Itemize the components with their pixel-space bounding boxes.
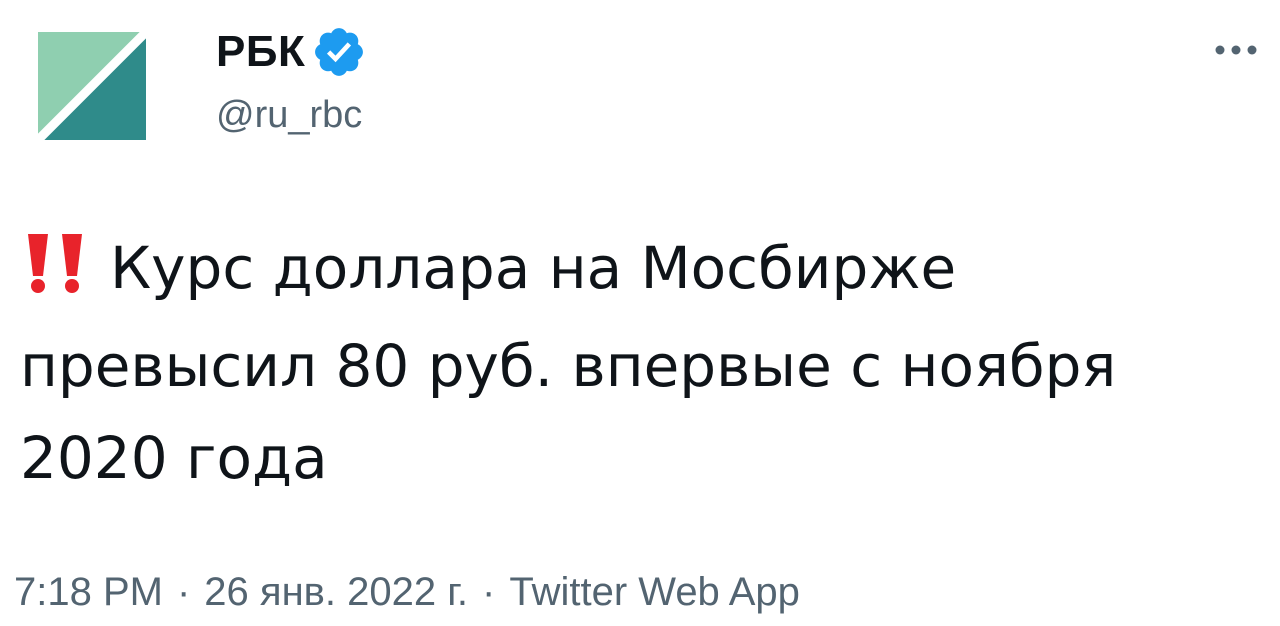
tweet-date[interactable]: 26 янв. 2022 г. xyxy=(204,570,468,614)
tweet-meta: 7:18 PM · 26 янв. 2022 г. · Twitter Web App xyxy=(14,572,800,612)
more-options-button[interactable] xyxy=(1212,30,1260,70)
meta-separator: · xyxy=(482,570,496,614)
double-exclamation-icon xyxy=(20,228,92,320)
meta-separator: · xyxy=(176,570,191,614)
author-name-row: РБК xyxy=(216,24,367,80)
tweet-body: Курс доллара на Мосбирже превысил 80 руб… xyxy=(20,234,1135,492)
tweet-time[interactable]: 7:18 PM xyxy=(14,570,163,614)
author-name[interactable]: РБК xyxy=(216,30,305,74)
verified-badge-icon xyxy=(311,24,367,80)
author-handle[interactable]: @ru_rbc xyxy=(216,96,362,134)
more-dots-icon xyxy=(1215,45,1257,55)
avatar[interactable] xyxy=(38,32,146,140)
tweet-card: РБК @ru_rbc Курс доллара на Мосбирже пре… xyxy=(0,0,1280,626)
rbc-logo-icon xyxy=(38,32,146,140)
tweet-source[interactable]: Twitter Web App xyxy=(509,570,800,614)
tweet-text: Курс доллара на Мосбирже превысил 80 руб… xyxy=(20,222,1260,504)
